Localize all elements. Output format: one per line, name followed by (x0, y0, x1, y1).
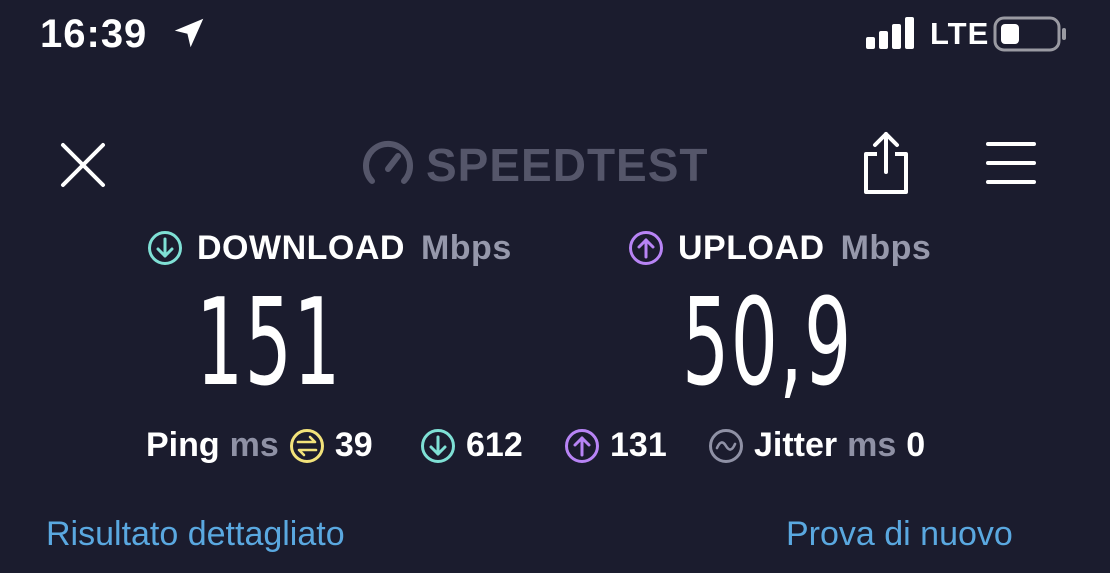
speedometer-icon (363, 140, 413, 184)
jitter-unit: ms (847, 426, 897, 464)
ping-download-value: 612 (466, 426, 523, 464)
download-unit: Mbps (420, 228, 512, 267)
network-type: LTE (930, 16, 990, 51)
jitter-stat: Jitter ms 0 (708, 426, 925, 465)
ping-upload-value: 131 (610, 426, 667, 464)
retry-link[interactable]: Prova di nuovo (786, 515, 1013, 554)
ping-idle-stat: Ping ms 39 (146, 426, 373, 465)
hamburger-menu-icon[interactable] (984, 138, 1038, 188)
download-value: 151 (196, 274, 342, 413)
download-label: DOWNLOAD (197, 228, 405, 267)
ping-upload-stat: 131 (564, 426, 667, 465)
jitter-value: 0 (906, 426, 926, 464)
upload-header: UPLOAD Mbps (628, 225, 931, 271)
jitter-wave-icon (709, 428, 743, 463)
detailed-result-link[interactable]: Risultato dettagliato (46, 515, 345, 554)
share-icon[interactable] (858, 130, 914, 196)
status-bar: 16:39 LTE (0, 0, 1110, 70)
status-time: 16:39 (40, 12, 148, 56)
app-toolbar: SPEEDTEST (0, 120, 1110, 210)
download-header: DOWNLOAD Mbps (147, 225, 512, 271)
ping-idle-value: 39 (334, 426, 373, 464)
ping-unit: ms (229, 426, 279, 464)
upload-unit: Mbps (840, 228, 932, 267)
jitter-label: Jitter (754, 426, 838, 464)
upload-value: 50,9 (682, 274, 853, 413)
speedtest-logo: SPEEDTEST (362, 139, 709, 191)
signal-bars-icon (866, 17, 914, 49)
ping-download-stat: 612 (420, 426, 523, 465)
ping-label: Ping (146, 426, 220, 464)
download-arrow-icon (148, 231, 182, 265)
upload-label: UPLOAD (678, 228, 825, 267)
ping-download-icon (421, 428, 455, 463)
ping-idle-icon (289, 428, 324, 463)
upload-arrow-icon (629, 231, 663, 265)
ping-upload-icon (565, 428, 599, 463)
latency-stats: Ping ms 39 612 131 Jitter ms 0 (0, 426, 1110, 472)
location-arrow-icon (174, 18, 204, 48)
close-icon[interactable] (55, 137, 111, 193)
battery-icon (993, 16, 1066, 52)
logo-text: SPEEDTEST (426, 139, 709, 191)
